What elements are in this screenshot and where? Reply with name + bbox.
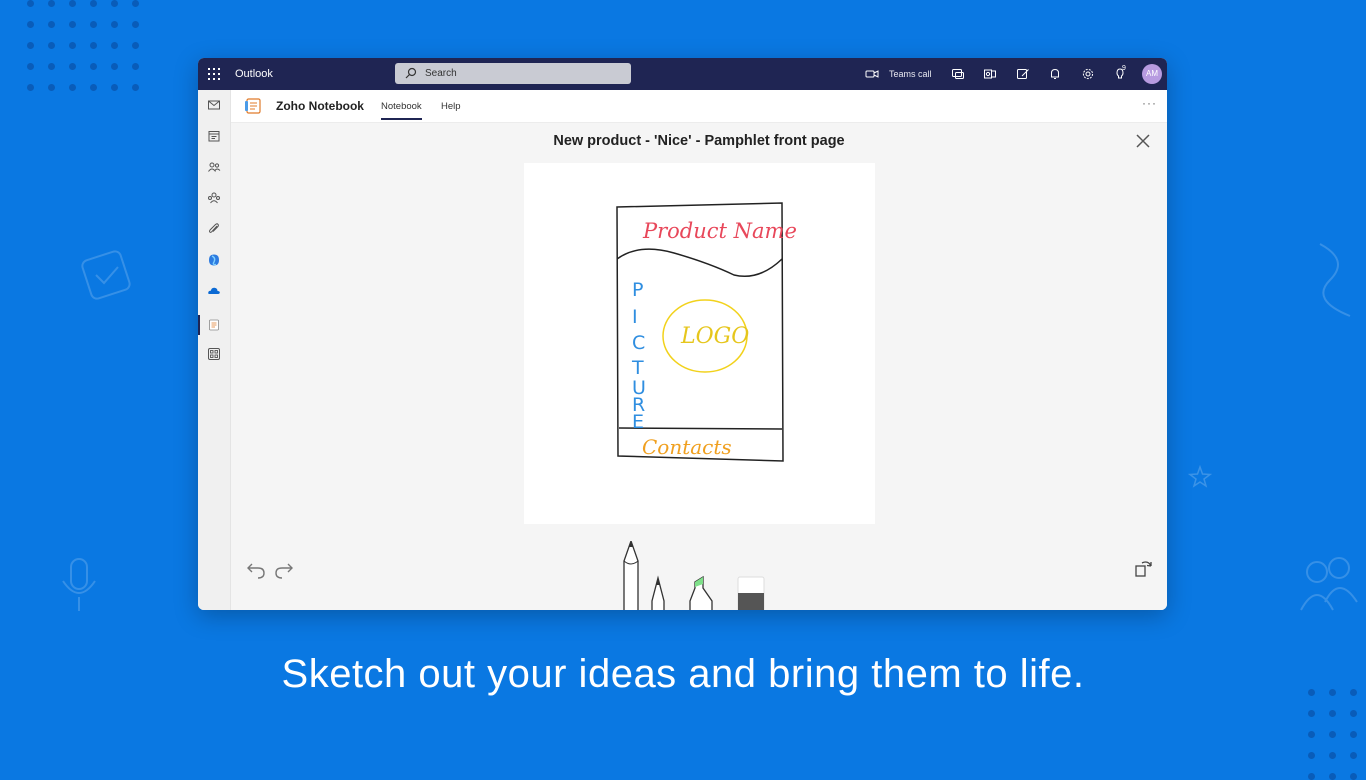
redo-icon[interactable] [273, 559, 295, 581]
microsoft-365-icon[interactable] [207, 253, 221, 267]
close-icon[interactable] [1135, 133, 1151, 149]
video-camera-icon[interactable] [865, 67, 879, 81]
sketch-canvas[interactable]: Product Name LOGO Contacts P I C T U R E [524, 163, 875, 524]
app-launcher-icon[interactable] [208, 68, 220, 80]
avatar[interactable]: AM [1142, 64, 1162, 84]
tab-notebook[interactable]: Notebook [381, 101, 422, 120]
notification-badge: 9 [1122, 65, 1126, 72]
sketch-picture-letter: P [632, 279, 643, 301]
zoho-notebook-logo-icon [245, 98, 261, 114]
pen-tool[interactable] [651, 575, 665, 610]
gear-icon[interactable] [1081, 67, 1095, 81]
apps-icon[interactable] [207, 347, 221, 361]
compose-icon[interactable] [1016, 67, 1030, 81]
sketch-logo-text: LOGO [680, 324, 749, 349]
bell-icon[interactable] [1048, 67, 1062, 81]
chat-icon[interactable] [951, 67, 965, 81]
teams-call-button[interactable]: Teams call [889, 69, 932, 79]
decorative-mic-icon [62, 558, 96, 611]
decorative-dots-bottom-right [1308, 689, 1366, 780]
attachment-icon[interactable] [207, 222, 221, 236]
decorative-people-icon [1300, 557, 1358, 611]
sketch-contacts: Contacts [642, 435, 732, 459]
pamphlet-sketch: Product Name LOGO Contacts P I C T U R E [616, 202, 797, 462]
app-name: Outlook [235, 68, 273, 80]
sketch-picture-letter: E [632, 411, 644, 433]
active-app-indicator [198, 315, 200, 335]
outlook-icon[interactable] [983, 67, 997, 81]
mail-icon[interactable] [207, 98, 221, 112]
sketch-product-name: Product Name [642, 219, 797, 243]
highlighter-tool[interactable] [689, 575, 713, 610]
decorative-squiggle-icon [1319, 243, 1351, 317]
decorative-checkbox-icon [81, 250, 131, 300]
search-placeholder: Search [425, 68, 457, 79]
app-header: Zoho Notebook Notebook Help ··· [231, 90, 1167, 123]
eraser-tool[interactable] [737, 576, 765, 610]
decorative-dots-top-left [27, 0, 139, 91]
note-canvas-area: New product - 'Nice' - Pamphlet front pa… [231, 123, 1167, 610]
groups-icon[interactable] [207, 191, 221, 205]
note-title: New product - 'Nice' - Pamphlet front pa… [553, 133, 845, 149]
undo-icon[interactable] [245, 559, 267, 581]
sketch-picture-letter: T [631, 357, 644, 379]
onedrive-icon[interactable] [207, 284, 221, 298]
sketch-picture-letters: P I C T U R E [631, 279, 646, 433]
search-input[interactable]: Search [395, 63, 631, 84]
outlook-topbar: Outlook Search Teams call 9 AM [198, 58, 1167, 90]
marketing-caption: Sketch out your ideas and bring them to … [281, 652, 1085, 696]
tab-help[interactable]: Help [441, 101, 461, 112]
calendar-icon[interactable] [207, 129, 221, 143]
left-app-rail [198, 90, 231, 610]
search-icon [405, 67, 417, 79]
sketch-wave-divider [616, 248, 783, 277]
zoho-notebook-icon[interactable] [207, 318, 221, 332]
app-title: Zoho Notebook [276, 99, 364, 113]
pencil-tool[interactable] [623, 541, 639, 610]
sketch-picture-letter: C [632, 332, 645, 354]
decorative-star-icon [1188, 465, 1212, 488]
rotate-icon[interactable] [1133, 557, 1155, 579]
more-options-button[interactable]: ··· [1142, 96, 1157, 110]
people-icon[interactable] [207, 160, 221, 174]
drawing-toolbar [623, 541, 765, 610]
sketch-picture-letter: I [632, 306, 638, 328]
app-window: Outlook Search Teams call 9 AM Zoho Note… [198, 58, 1167, 610]
